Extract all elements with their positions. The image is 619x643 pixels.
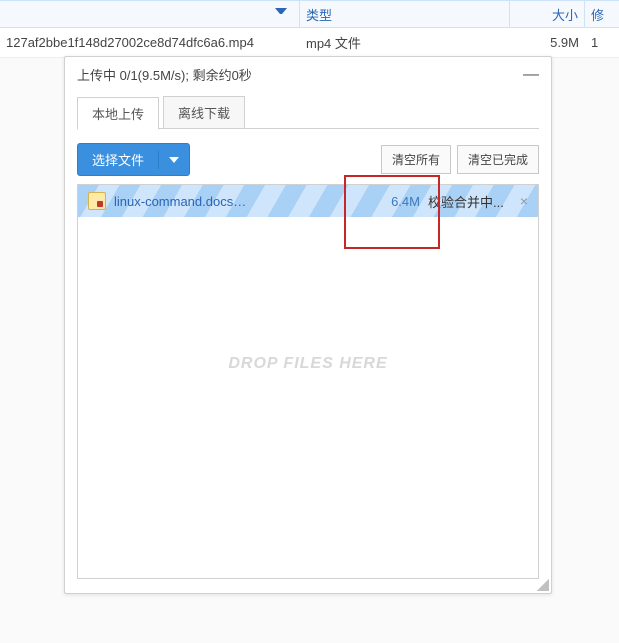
column-header-name[interactable]: [0, 1, 300, 27]
column-header-type[interactable]: 类型: [300, 1, 510, 27]
tab-remote-download[interactable]: 离线下载: [163, 96, 245, 129]
select-file-button[interactable]: 选择文件: [77, 143, 190, 176]
clear-all-button[interactable]: 清空所有: [381, 145, 451, 174]
chevron-down-icon: [169, 157, 179, 163]
cell-extra: 1: [585, 31, 619, 54]
clear-done-button[interactable]: 清空已完成: [457, 145, 539, 174]
toolbar: 选择文件 清空所有 清空已完成: [77, 143, 539, 176]
upload-status-text: 上传中 0/1(9.5M/s); 剩余约0秒: [77, 65, 252, 84]
tab-bar: 本地上传 离线下载: [77, 96, 539, 129]
panel-header: 上传中 0/1(9.5M/s); 剩余约0秒 —: [65, 57, 551, 90]
cancel-upload-button[interactable]: ×: [520, 193, 528, 209]
resize-handle[interactable]: [537, 579, 549, 591]
upload-item-name: linux-command.docs…: [114, 194, 246, 209]
file-icon: [88, 192, 106, 210]
column-header-size[interactable]: 大小: [510, 1, 585, 27]
drop-area[interactable]: linux-command.docs… 6.4M 校验合并中... × DROP…: [77, 184, 539, 579]
cell-type: mp4 文件: [300, 29, 510, 56]
tab-local-upload[interactable]: 本地上传: [77, 97, 159, 130]
upload-item[interactable]: linux-command.docs… 6.4M 校验合并中... ×: [78, 185, 538, 217]
drop-placeholder-text: DROP FILES HERE: [78, 355, 538, 373]
panel-body: 本地上传 离线下载 选择文件 清空所有 清空已完成 linux-command.…: [65, 90, 551, 593]
minimize-button[interactable]: —: [523, 70, 539, 80]
select-file-dropdown[interactable]: [158, 151, 189, 169]
cell-size: 5.9M: [510, 31, 585, 54]
select-file-label: 选择文件: [78, 144, 158, 175]
upload-item-status: 校验合并中...: [428, 192, 520, 211]
table-header: 类型 大小 修: [0, 0, 619, 28]
column-header-extra[interactable]: 修: [585, 1, 619, 28]
table-row[interactable]: 127af2bbe1f148d27002ce8d74dfc6a6.mp4 mp4…: [0, 28, 619, 58]
upload-item-size: 6.4M: [391, 194, 428, 209]
cell-filename: 127af2bbe1f148d27002ce8d74dfc6a6.mp4: [0, 31, 300, 54]
chevron-down-icon[interactable]: [275, 8, 287, 20]
upload-panel: 上传中 0/1(9.5M/s); 剩余约0秒 — 本地上传 离线下载 选择文件 …: [64, 56, 552, 594]
